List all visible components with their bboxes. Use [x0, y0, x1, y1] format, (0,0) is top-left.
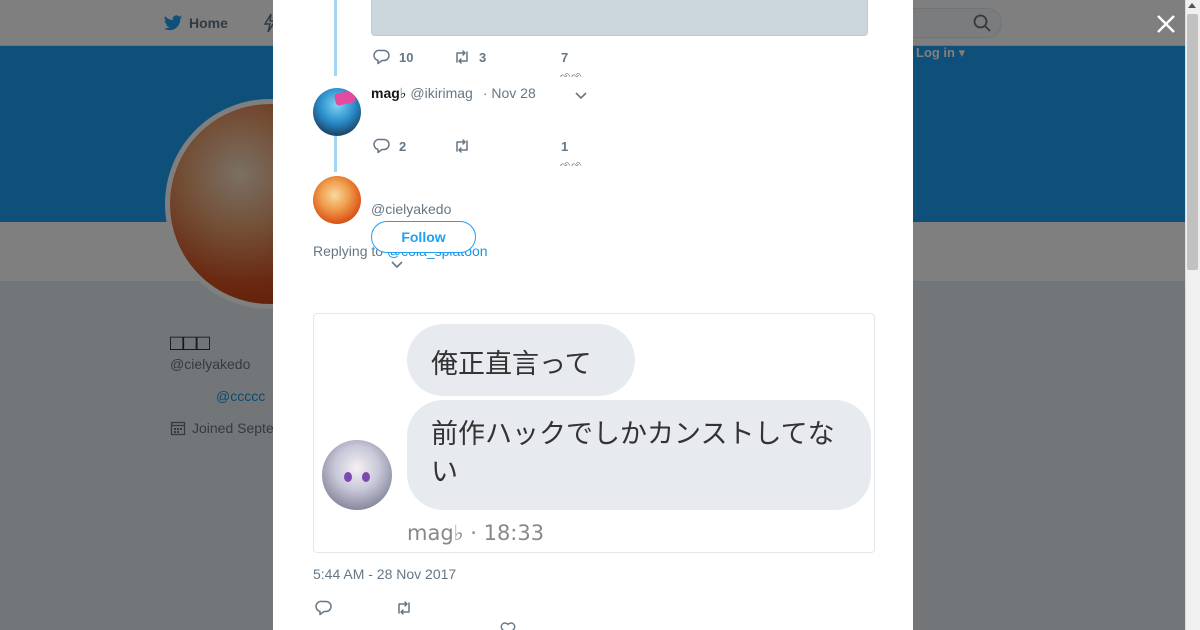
reply-icon	[373, 49, 390, 65]
parent-retweet-count: 3	[479, 49, 487, 65]
scroll-up-arrow-icon[interactable]	[1188, 3, 1196, 8]
thread-connector-line	[334, 136, 337, 172]
avatar-badge	[333, 90, 357, 106]
chevron-down-icon[interactable]	[390, 258, 404, 272]
parent-tweet-media[interactable]	[371, 0, 868, 36]
tweet-attached-image[interactable]: 俺正直言って 前作ハックでしかカンストしてない mag♭ · 18:33	[313, 313, 875, 553]
avatar[interactable]	[313, 88, 361, 136]
chevron-down-icon[interactable]	[574, 89, 588, 103]
heart-icon[interactable]	[500, 622, 516, 630]
reply-date[interactable]: · Nov 28	[483, 85, 536, 101]
tweet-permalink-modal: 10 3 7 ᨒᨒ mag♭ @ikirimag · Nov 28 2 1 ᨒᨒ…	[273, 0, 913, 630]
chat-meta: mag♭ · 18:33	[407, 521, 545, 545]
avatar-eye	[344, 472, 352, 482]
avatar[interactable]	[313, 176, 361, 224]
reply-like-count[interactable]: 1	[561, 139, 568, 154]
parent-reply-button[interactable]: 10	[373, 48, 413, 66]
chat-avatar	[322, 440, 392, 510]
thread-connector-line	[334, 0, 337, 76]
reply-reply-button[interactable]: 2	[373, 137, 406, 155]
retweet-icon	[456, 50, 468, 64]
reply-icon[interactable]	[315, 599, 333, 617]
tweet-timestamp[interactable]: 5:44 AM - 28 Nov 2017	[313, 566, 456, 582]
reply-tweet-header: mag♭ @ikirimag · Nov 28	[371, 85, 536, 102]
avatar-eye	[362, 472, 370, 482]
parent-like-heart-icon[interactable]: ᨒᨒ	[560, 70, 582, 79]
parent-reply-count: 10	[399, 49, 414, 65]
parent-retweet-button[interactable]: 3	[453, 48, 486, 66]
reply-icon	[373, 138, 390, 154]
reply-author-name[interactable]: mag♭	[371, 85, 406, 102]
scrollbar-thumb[interactable]	[1187, 14, 1198, 270]
chat-bubble: 前作ハックでしかカンストしてない	[407, 400, 871, 510]
chat-bubble: 俺正直言って	[407, 324, 635, 396]
reply-like-heart-icon[interactable]: ᨒᨒ	[560, 159, 582, 168]
reply-retweet-button[interactable]	[453, 137, 479, 155]
retweet-icon	[456, 139, 468, 153]
reply-reply-count: 2	[399, 138, 407, 154]
close-icon[interactable]	[1154, 12, 1178, 36]
retweet-icon[interactable]	[395, 599, 413, 617]
follow-button[interactable]: Follow	[371, 221, 476, 253]
parent-like-count[interactable]: 7	[561, 50, 568, 65]
main-author-handle[interactable]: @cielyakedo	[371, 201, 451, 217]
reply-author-handle[interactable]: @ikirimag	[410, 85, 472, 101]
